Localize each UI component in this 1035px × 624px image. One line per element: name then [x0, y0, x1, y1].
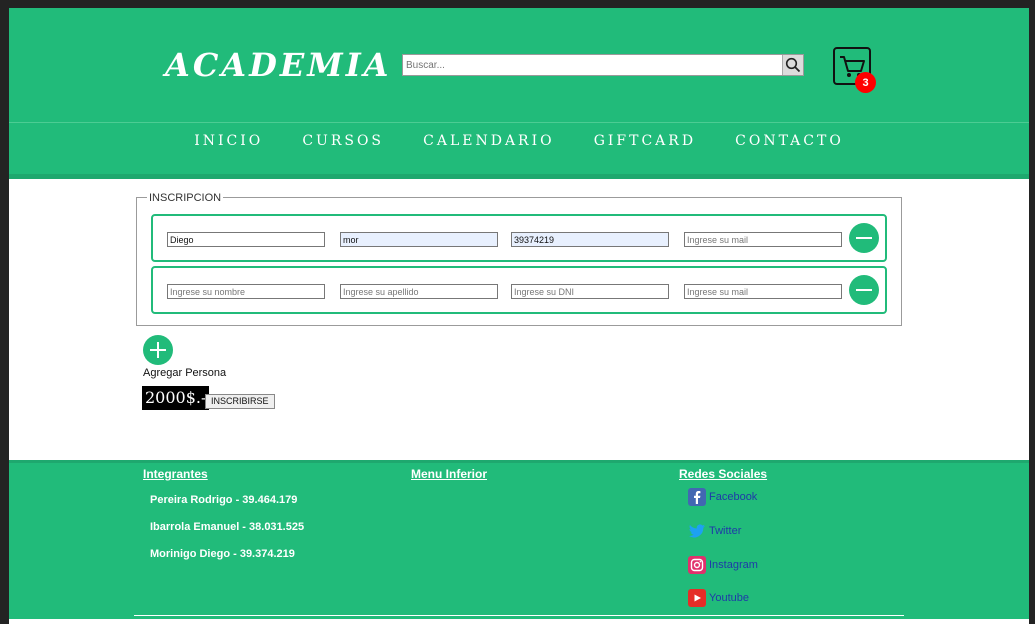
facebook-icon: [688, 488, 706, 506]
dni-field[interactable]: [511, 232, 669, 247]
menu-heading[interactable]: Menu Inferior: [411, 467, 487, 481]
member-item: Ibarrola Emanuel - 38.031.525: [150, 521, 305, 533]
person-row: [151, 214, 887, 262]
person-row: [151, 266, 887, 314]
social-heading[interactable]: Redes Sociales: [679, 467, 767, 481]
email-field[interactable]: [684, 232, 842, 247]
surname-field[interactable]: [340, 284, 498, 299]
member-item: Morinigo Diego - 39.374.219: [150, 548, 295, 560]
twitter-icon: [688, 522, 706, 540]
instagram-icon: [688, 556, 706, 574]
footer-divider: [134, 615, 904, 616]
remove-person-button[interactable]: [849, 223, 879, 253]
name-field[interactable]: [167, 284, 325, 299]
fieldset-legend: INSCRIPCION: [147, 192, 224, 204]
social-link-facebook[interactable]: Facebook: [688, 488, 757, 506]
dni-field[interactable]: [511, 284, 669, 299]
surname-field[interactable]: [340, 232, 498, 247]
add-person-label: Agregar Persona: [143, 367, 227, 379]
footer: [9, 460, 1029, 619]
social-link-instagram[interactable]: Instagram: [688, 556, 758, 574]
social-link-youtube[interactable]: Youtube: [688, 589, 749, 607]
member-item: Pereira Rodrigo - 39.464.179: [150, 494, 298, 506]
members-heading[interactable]: Integrantes: [143, 467, 208, 481]
remove-person-button[interactable]: [849, 275, 879, 305]
email-field[interactable]: [684, 284, 842, 299]
youtube-icon: [688, 589, 706, 607]
add-person-button[interactable]: [143, 335, 173, 365]
price-tag: 2000$.-: [142, 386, 210, 410]
content: INSCRIPCION Agregar Persona 2000$.- INSC…: [9, 8, 1029, 624]
submit-button[interactable]: INSCRIBIRSE: [205, 394, 275, 409]
social-link-twitter[interactable]: Twitter: [688, 522, 741, 540]
name-field[interactable]: [167, 232, 325, 247]
